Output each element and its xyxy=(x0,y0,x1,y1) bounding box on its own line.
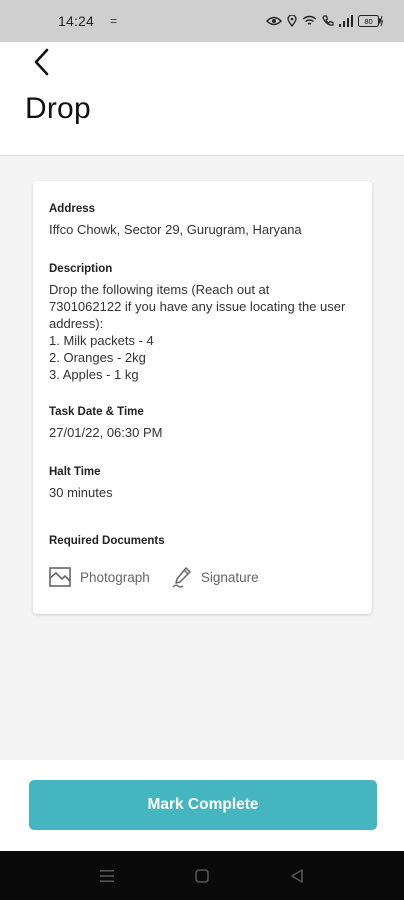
required-documents-field: Required Documents xyxy=(49,535,358,547)
signature-label: Signature xyxy=(200,569,259,585)
back-nav-button[interactable] xyxy=(282,861,312,891)
description-line: 7301062122 if you have any issue locatin… xyxy=(49,299,346,314)
description-line: 3. Apples - 1 kg xyxy=(49,367,139,382)
task-date-field: Task Date & Time 27/01/22, 06:30 PM xyxy=(49,406,358,441)
location-icon xyxy=(287,15,297,27)
battery-level: 80 xyxy=(364,17,372,26)
description-label: Description xyxy=(49,263,113,275)
description-line: 1. Milk packets - 4 xyxy=(49,333,154,348)
navigation-bar xyxy=(0,851,404,900)
description-field: Description Drop the following items (Re… xyxy=(49,263,358,383)
image-icon xyxy=(49,567,71,587)
required-documents-list: Photograph Signature xyxy=(49,566,259,588)
mark-complete-button[interactable]: Mark Complete xyxy=(29,780,377,830)
address-value: Iffco Chowk, Sector 29, Gurugram, Haryan… xyxy=(49,222,302,237)
task-details-card: Address Iffco Chowk, Sector 29, Gurugram… xyxy=(33,181,372,614)
bottom-action-area: Mark Complete xyxy=(0,760,404,851)
description-line: address): xyxy=(49,316,104,331)
menu-icon xyxy=(100,869,115,882)
task-date-label: Task Date & Time xyxy=(49,406,144,418)
call-icon xyxy=(322,15,334,26)
home-button[interactable] xyxy=(187,861,217,891)
wifi-icon xyxy=(302,15,317,25)
description-value: Drop the following items (Reach out at 7… xyxy=(49,281,358,383)
description-line: 2. Oranges - 2kg xyxy=(49,350,146,365)
pen-signature-icon xyxy=(172,567,191,588)
halt-time-label: Halt Time xyxy=(49,466,101,478)
task-date-value: 27/01/22, 06:30 PM xyxy=(49,425,163,440)
header: Drop xyxy=(0,42,404,156)
screen: 14:24 = 80 Drop Address Iffco Chowk, Sec… xyxy=(0,0,404,900)
recents-button[interactable] xyxy=(92,861,122,891)
required-documents-label: Required Documents xyxy=(49,535,165,547)
chevron-left-icon xyxy=(34,48,49,76)
content: Address Iffco Chowk, Sector 29, Gurugram… xyxy=(0,157,404,760)
halt-time-value: 30 minutes xyxy=(49,485,113,500)
page-title: Drop xyxy=(25,92,91,125)
back-button[interactable] xyxy=(24,44,60,80)
home-icon xyxy=(195,868,209,883)
battery-icon: 80 xyxy=(358,15,384,27)
signal-icon xyxy=(339,15,353,27)
address-label: Address xyxy=(49,203,96,215)
back-icon xyxy=(290,868,303,883)
signature-document[interactable]: Signature xyxy=(172,566,259,588)
notification-icon: = xyxy=(110,14,118,28)
status-bar: 14:24 = 80 xyxy=(0,0,404,42)
status-icons: 80 xyxy=(266,15,384,27)
address-field: Address Iffco Chowk, Sector 29, Gurugram… xyxy=(49,203,358,238)
status-time: 14:24 xyxy=(58,13,95,29)
eye-icon xyxy=(266,16,282,26)
photograph-document[interactable]: Photograph xyxy=(49,567,150,587)
halt-time-field: Halt Time 30 minutes xyxy=(49,466,358,501)
description-line: Drop the following items (Reach out at xyxy=(49,282,270,297)
photograph-label: Photograph xyxy=(80,569,150,585)
